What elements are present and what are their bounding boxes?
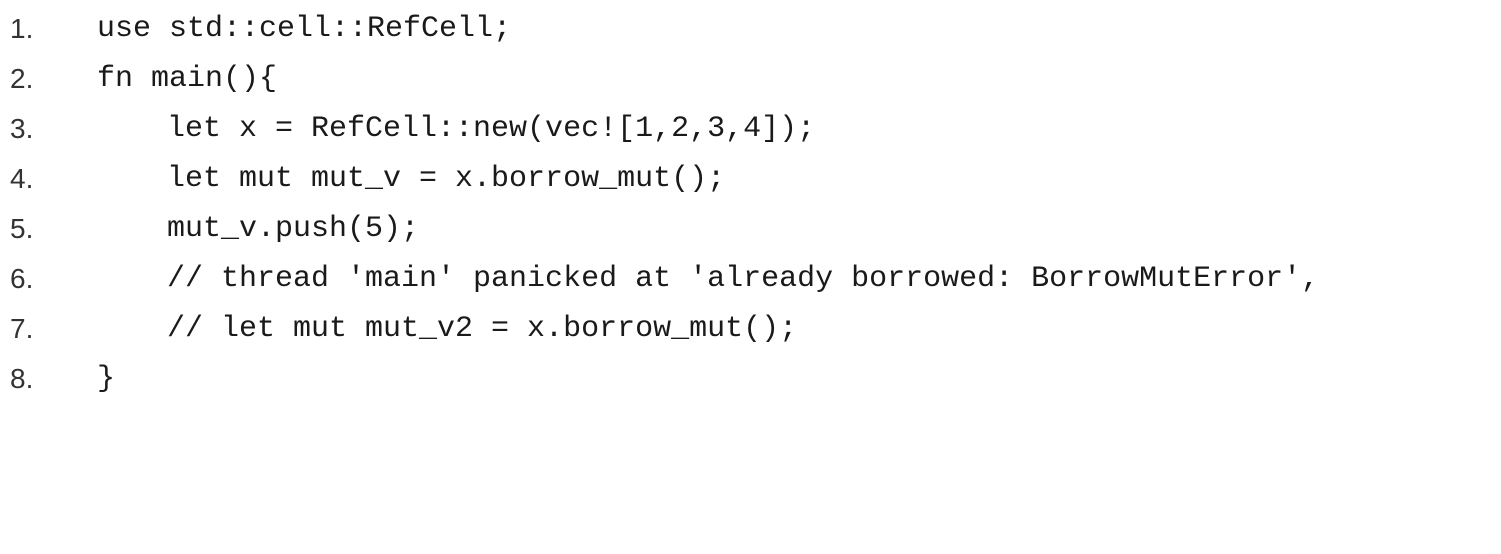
code-text: use std::cell::RefCell; [97,12,512,46]
code-line-4: 4. let mut mut_v = x.borrow_mut(); [0,154,1501,204]
code-line-5: 5. mut_v.push(5); [0,204,1501,254]
line-number: 1. [10,13,34,44]
code-text: // let mut mut_v2 = x.borrow_mut(); [167,312,798,346]
code-line-8: 8. } [0,354,1501,404]
code-line-7: 7. // let mut mut_v2 = x.borrow_mut(); [0,304,1501,354]
code-text: let mut mut_v = x.borrow_mut(); [167,162,726,196]
code-text: // thread 'main' panicked at 'already bo… [167,262,1320,296]
code-text: fn main(){ [97,62,278,96]
code-line-2: 2. fn main(){ [0,54,1501,104]
line-number: 6. [10,263,34,294]
code-text: let x = RefCell::new(vec![1,2,3,4]); [167,112,816,146]
code-text: } [97,362,116,396]
line-number: 5. [10,213,34,244]
code-line-1: 1. use std::cell::RefCell; [0,4,1501,54]
code-listing: 1. use std::cell::RefCell; 2. fn main(){… [0,0,1501,402]
line-number: 8. [10,363,34,394]
line-number: 2. [10,63,34,94]
line-number: 3. [10,113,34,144]
line-number: 4. [10,163,34,194]
code-line-3: 3. let x = RefCell::new(vec![1,2,3,4]); [0,104,1501,154]
code-line-6: 6. // thread 'main' panicked at 'already… [0,254,1501,304]
code-text: mut_v.push(5); [167,212,420,246]
line-number: 7. [10,313,34,344]
